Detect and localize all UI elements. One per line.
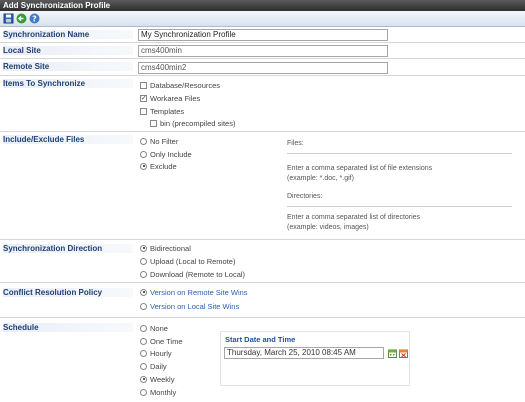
conflict-remote[interactable]: Version on Remote Site Wins [140,288,248,298]
schedule-hourly[interactable]: Hourly [140,349,172,359]
item-templates[interactable]: Templates [140,107,184,117]
conflict-row: Conflict Resolution Policy Version on Re… [0,283,525,318]
checkbox[interactable] [140,107,147,115]
schedule-weekly[interactable]: Weekly [140,375,174,385]
dirs-hint: Enter a comma separated list of director… [287,214,421,221]
remote-site-label: Remote Site [3,62,133,71]
local-site-field[interactable]: cms400min [138,45,388,57]
help-icon[interactable]: ? [29,13,40,24]
checkbox-checked[interactable]: ✓ [140,94,147,102]
direction-row: Synchronization Direction Bidirectional … [0,240,525,283]
remote-site-field[interactable]: cms400min2 [138,62,388,74]
start-date-title: Start Date and Time [225,335,296,344]
files-input[interactable] [287,153,512,154]
back-icon[interactable] [16,13,27,24]
calendar-icon[interactable] [388,349,397,358]
direction-label: Synchronization Direction [3,244,133,253]
files-label: Files: [287,140,304,147]
schedule-daily[interactable]: Daily [140,362,167,372]
checkbox[interactable] [150,119,157,127]
conflict-local[interactable]: Version on Local Site Wins [140,302,239,312]
window-title: Add Synchronization Profile [0,0,525,11]
items-label: Items To Synchronize [3,79,133,88]
files-hint: Enter a comma separated list of file ext… [287,165,433,172]
filter-include[interactable]: Only Include [140,150,192,160]
schedule-label: Schedule [3,323,133,332]
toolbar: ? [0,11,525,27]
save-icon[interactable] [3,13,14,24]
schedule-one-time[interactable]: One Time [140,337,183,347]
local-site-row: Local Site cms400min [0,43,525,59]
item-database[interactable]: Database/Resources [140,81,220,91]
schedule-none[interactable]: None [140,324,168,334]
filter-exclude[interactable]: Exclude [140,162,177,172]
start-date-input[interactable]: Thursday, March 25, 2010 08:45 AM [224,347,384,359]
name-label: Synchronization Name [3,30,133,39]
local-site-label: Local Site [3,46,133,55]
name-row: Synchronization Name My Synchronization … [0,27,525,43]
item-bin[interactable]: bin (precompiled sites) [150,119,235,129]
dirs-hint-example: (example: videos, images) [287,224,369,231]
include-label: Include/Exclude Files [3,135,133,144]
direction-bidirectional[interactable]: Bidirectional [140,244,191,254]
dirs-input[interactable] [287,206,512,207]
clear-date-icon[interactable] [399,349,408,358]
direction-upload[interactable]: Upload (Local to Remote) [140,257,235,267]
checkbox[interactable] [140,81,147,89]
conflict-label: Conflict Resolution Policy [3,288,133,297]
item-workarea[interactable]: ✓ Workarea Files [140,94,200,104]
include-row: Include/Exclude Files No Filter Only Inc… [0,132,525,240]
schedule-monthly[interactable]: Monthly [140,388,176,398]
filter-none[interactable]: No Filter [140,137,178,147]
svg-text:?: ? [32,14,37,23]
files-hint-example: (example: *.doc, *.gif) [287,175,354,182]
name-input[interactable]: My Synchronization Profile [138,29,388,41]
items-row: Items To Synchronize Database/Resources … [0,76,525,132]
dirs-label: Directories: [287,193,323,200]
remote-site-row: Remote Site cms400min2 [0,59,525,76]
direction-download[interactable]: Download (Remote to Local) [140,270,245,280]
